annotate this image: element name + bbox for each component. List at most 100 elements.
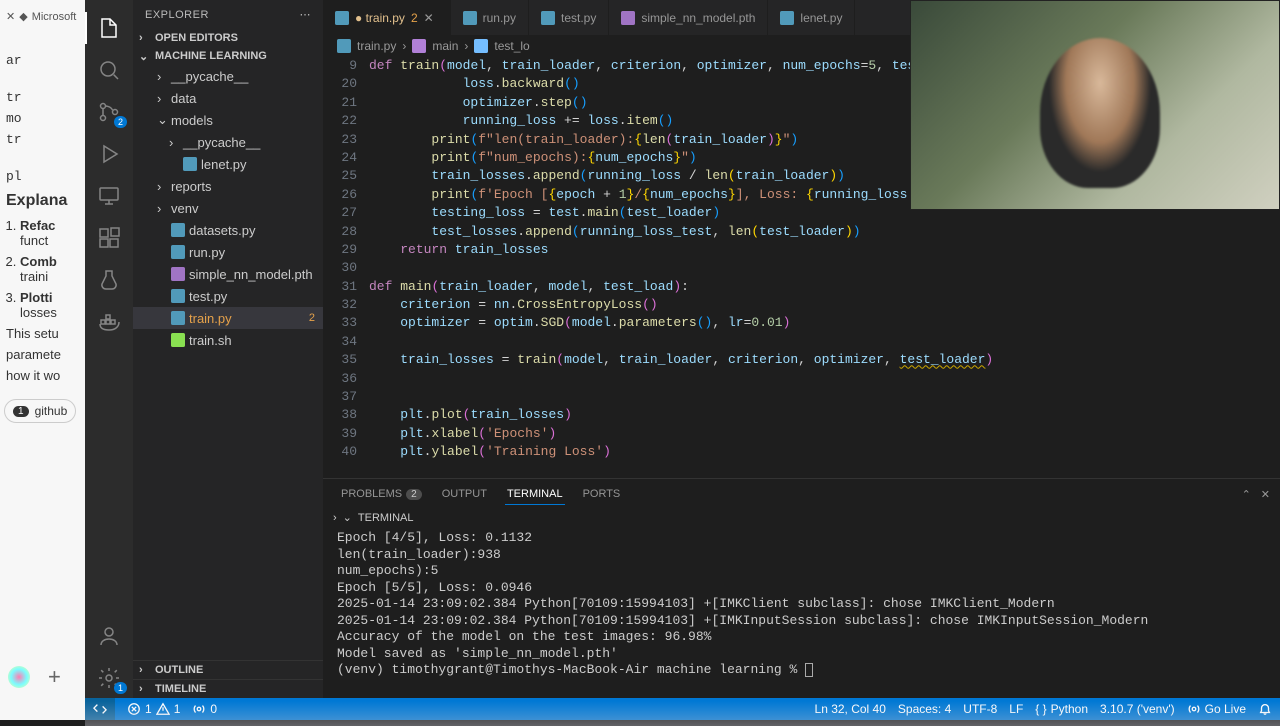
run-debug-icon[interactable] <box>85 134 133 174</box>
explorer-icon[interactable] <box>85 8 133 48</box>
file-icon <box>171 311 185 325</box>
reference-chip[interactable]: 1github <box>4 399 76 423</box>
folder-item[interactable]: ›venv <box>133 197 323 219</box>
section-heading: Explana <box>6 192 79 210</box>
terminal-line: Epoch [5/5], Loss: 0.0946 <box>337 580 1266 597</box>
file-icon <box>171 289 185 303</box>
file-item[interactable]: train.sh <box>133 329 323 351</box>
chevron-down-icon: ⌄ <box>139 50 151 62</box>
chevron-right-icon: › <box>157 91 167 106</box>
folder-item[interactable]: ›reports <box>133 175 323 197</box>
file-icon <box>171 333 185 347</box>
terminal-line: 2025-01-14 23:09:02.384 Python[70109:159… <box>337 596 1266 613</box>
terminal-line: (venv) timothygrant@Timothys-MacBook-Air… <box>337 662 1266 679</box>
search-icon[interactable] <box>85 50 133 90</box>
terminal-line: len(train_loader):938 <box>337 547 1266 564</box>
chevron-right-icon: › <box>139 32 151 44</box>
terminal-output[interactable]: Epoch [4/5], Loss: 0.1132len(train_loade… <box>323 526 1280 698</box>
file-item[interactable]: run.py <box>133 241 323 263</box>
chevron-right-icon[interactable]: › <box>333 512 337 524</box>
terminal-line: Epoch [4/5], Loss: 0.1132 <box>337 530 1266 547</box>
chevron-right-icon: › <box>157 179 167 194</box>
file-item[interactable]: datasets.py <box>133 219 323 241</box>
close-icon[interactable]: ✕ <box>6 10 15 23</box>
folder-item[interactable]: ›__pycache__ <box>133 131 323 153</box>
settings-badge: 1 <box>114 682 127 694</box>
code-snip: tr <box>6 90 79 105</box>
code-snip: tr <box>6 132 79 147</box>
editor-tab[interactable]: lenet.py <box>768 0 855 35</box>
timeline-section[interactable]: ›TIMELINE <box>133 679 323 698</box>
file-icon <box>171 223 185 237</box>
source-control-icon[interactable]: 2 <box>85 92 133 132</box>
panel-maximize-icon[interactable]: ⌃ <box>1242 488 1251 501</box>
chevron-right-icon: › <box>169 135 179 150</box>
chevron-right-icon: › <box>139 664 151 676</box>
project-section[interactable]: ⌄MACHINE LEARNING <box>133 47 323 65</box>
file-icon <box>463 11 477 25</box>
output-tab[interactable]: OUTPUT <box>434 484 495 504</box>
file-icon <box>183 157 197 171</box>
macos-dock[interactable] <box>85 701 1280 726</box>
explorer-title: EXPLORER <box>145 9 209 21</box>
terminal-line: Model saved as 'simple_nn_model.pth' <box>337 646 1266 663</box>
file-icon <box>621 11 635 25</box>
terminal-cursor <box>805 663 813 677</box>
copilot-icon[interactable] <box>8 666 30 688</box>
editor-tab[interactable]: run.py <box>451 0 529 35</box>
account-icon[interactable] <box>85 616 133 656</box>
close-tab-icon[interactable]: ✕ <box>424 11 438 25</box>
browser-tab[interactable]: ✕ ◆Microsoft <box>4 6 81 27</box>
folder-item[interactable]: ›__pycache__ <box>133 65 323 87</box>
explorer-sidebar: EXPLORER ⋯ ›OPEN EDITORS ⌄MACHINE LEARNI… <box>133 0 323 698</box>
file-item[interactable]: simple_nn_model.pth <box>133 263 323 285</box>
new-tab-button[interactable]: + <box>48 664 61 690</box>
file-tree: ›__pycache__›data⌄models›__pycache__lene… <box>133 65 323 351</box>
settings-gear-icon[interactable]: 1 <box>85 658 133 698</box>
code-snip: pl <box>6 169 79 184</box>
webcam-overlay <box>910 0 1280 210</box>
file-item[interactable]: lenet.py <box>133 153 323 175</box>
scm-badge: 2 <box>114 116 127 128</box>
file-icon <box>171 245 185 259</box>
file-icon <box>335 11 349 25</box>
file-icon <box>541 11 555 25</box>
chevron-right-icon: › <box>157 201 167 216</box>
panel-close-icon[interactable]: ✕ <box>1261 488 1270 501</box>
folder-item[interactable]: ⌄models <box>133 109 323 131</box>
method-icon <box>412 39 426 53</box>
terminal-line: num_epochs):5 <box>337 563 1266 580</box>
variable-icon <box>474 39 488 53</box>
code-snip: mo <box>6 111 79 126</box>
more-icon[interactable]: ⋯ <box>300 8 312 21</box>
terminal-tab[interactable]: TERMINAL <box>499 484 571 504</box>
chevron-down-icon: ⌄ <box>157 112 167 128</box>
chevron-down-icon[interactable]: ⌄ <box>343 511 352 524</box>
editor-tab[interactable]: test.py <box>529 0 609 35</box>
para: This setu <box>6 326 79 341</box>
remote-explorer-icon[interactable] <box>85 176 133 216</box>
activity-bar: 2 1 <box>85 0 133 698</box>
python-file-icon <box>337 39 351 53</box>
editor-tab[interactable]: ● train.py2✕ <box>323 0 451 35</box>
file-item[interactable]: train.py2 <box>133 307 323 329</box>
edge-icon: ◆ <box>19 10 27 23</box>
bottom-panel: PROBLEMS2 OUTPUT TERMINAL PORTS ⌃ ✕ › ⌄ … <box>323 478 1280 698</box>
file-icon <box>780 11 794 25</box>
docker-icon[interactable] <box>85 302 133 342</box>
chevron-right-icon: › <box>157 69 167 84</box>
code-snip: ar <box>6 53 79 68</box>
para: how it wo <box>6 368 79 383</box>
file-icon <box>171 267 185 281</box>
problems-tab[interactable]: PROBLEMS2 <box>333 484 430 504</box>
ports-tab[interactable]: PORTS <box>575 484 629 504</box>
editor-tab[interactable]: simple_nn_model.pth <box>609 0 768 35</box>
testing-icon[interactable] <box>85 260 133 300</box>
file-item[interactable]: test.py <box>133 285 323 307</box>
open-editors-section[interactable]: ›OPEN EDITORS <box>133 29 323 47</box>
outline-section[interactable]: ›OUTLINE <box>133 660 323 679</box>
folder-item[interactable]: ›data <box>133 87 323 109</box>
chevron-right-icon: › <box>139 683 151 695</box>
terminal-line: Accuracy of the model on the test images… <box>337 629 1266 646</box>
extensions-icon[interactable] <box>85 218 133 258</box>
